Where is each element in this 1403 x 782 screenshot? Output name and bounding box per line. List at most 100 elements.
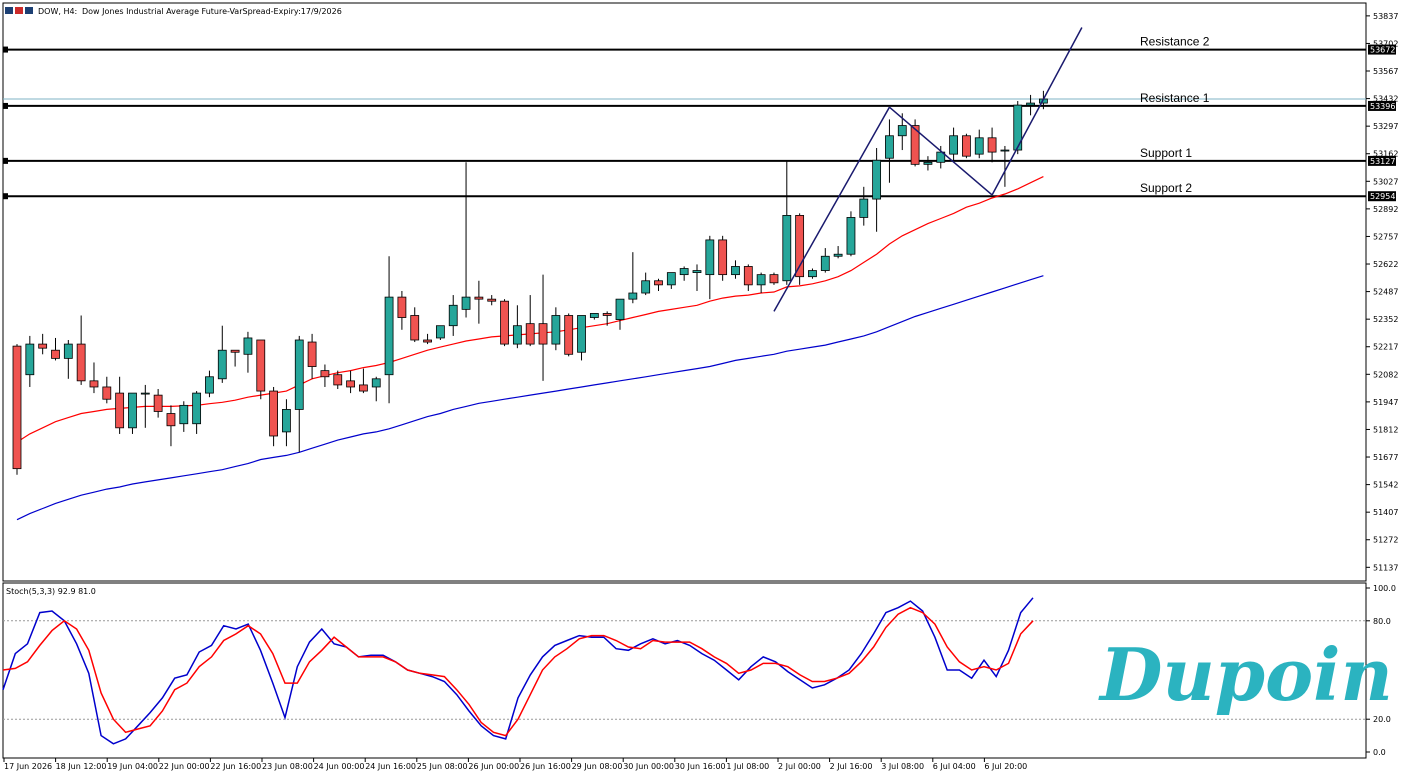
candle-body bbox=[538, 323, 548, 345]
time-tick-label: 2 Jul 16:00 bbox=[830, 762, 873, 771]
candle-body bbox=[307, 341, 317, 367]
candle-body bbox=[102, 386, 112, 400]
candle bbox=[962, 133, 971, 159]
candle-body bbox=[1026, 102, 1035, 106]
candle-body bbox=[628, 292, 638, 300]
candle-body bbox=[897, 125, 907, 137]
dupoin-logo: Dupoin bbox=[1098, 632, 1393, 717]
candle-body bbox=[564, 315, 574, 355]
sr-level-handle bbox=[3, 157, 8, 164]
chart-header: DOW, H4: Dow Jones Industrial Average Fu… bbox=[5, 7, 342, 16]
candle-body bbox=[294, 339, 304, 410]
candle bbox=[12, 344, 22, 475]
candle-body bbox=[153, 394, 163, 412]
candle-body bbox=[89, 380, 99, 388]
candle-body bbox=[51, 349, 60, 359]
candle bbox=[435, 325, 445, 340]
candle-body bbox=[833, 253, 843, 257]
candle-body bbox=[76, 343, 86, 382]
time-tick-label: 22 Jun 00:00 bbox=[159, 762, 210, 771]
candle-body bbox=[269, 390, 279, 437]
symbol-label: DOW, H4: bbox=[38, 7, 77, 16]
time-tick-label: 29 Jun 08:00 bbox=[572, 762, 623, 771]
price-tick-label: 51947 bbox=[1373, 398, 1398, 407]
candle-body bbox=[512, 325, 522, 345]
candle-body bbox=[949, 135, 958, 155]
chart-type-icon[interactable] bbox=[15, 7, 23, 14]
time-tick-label: 3 Jul 08:00 bbox=[881, 762, 924, 771]
candle-body bbox=[166, 413, 176, 427]
candle-body bbox=[461, 296, 471, 310]
candle-body bbox=[474, 296, 484, 300]
price-tick-label: 52352 bbox=[1373, 315, 1398, 324]
stoch-tick-label: 0.0 bbox=[1373, 748, 1386, 757]
chart-canvas[interactable]: DOW, H4: Dow Jones Industrial Average Fu… bbox=[0, 0, 1403, 782]
candle-body bbox=[641, 280, 651, 294]
price-tag-label: 53127 bbox=[1370, 157, 1395, 166]
price-tag-label: 53396 bbox=[1370, 102, 1395, 111]
price-tick-label: 52757 bbox=[1373, 232, 1398, 241]
candle-body bbox=[282, 409, 291, 433]
candle-body bbox=[128, 392, 137, 429]
candle-body bbox=[756, 274, 766, 286]
price-tick-label: 53297 bbox=[1373, 122, 1398, 131]
candle bbox=[846, 211, 856, 257]
price-tick-label: 51407 bbox=[1373, 508, 1398, 517]
candle-body bbox=[962, 135, 971, 157]
price-tick-label: 51542 bbox=[1373, 481, 1398, 490]
stoch-tick-label: 100.0 bbox=[1373, 584, 1396, 593]
price-tick-label: 51677 bbox=[1373, 453, 1398, 462]
candle-body bbox=[666, 272, 676, 286]
candle-body bbox=[371, 378, 381, 388]
candle-body bbox=[731, 266, 740, 276]
candle-body bbox=[589, 313, 599, 318]
candle-body bbox=[885, 135, 894, 159]
candle-body bbox=[846, 217, 856, 255]
sr-level-label: Resistance 2 bbox=[1140, 35, 1210, 49]
candle-body bbox=[705, 239, 715, 276]
candle-body bbox=[718, 239, 728, 276]
time-tick-label: 26 Jun 16:00 bbox=[520, 762, 571, 771]
menu-icon[interactable] bbox=[5, 7, 13, 14]
candle-body bbox=[551, 315, 561, 345]
candle-body bbox=[346, 380, 355, 388]
price-tick-label: 52892 bbox=[1373, 205, 1398, 214]
sr-level-handle bbox=[3, 46, 8, 53]
timeframe-icon[interactable] bbox=[25, 7, 33, 14]
candle-body bbox=[115, 392, 125, 429]
time-tick-label: 6 Jul 20:00 bbox=[984, 762, 1027, 771]
candle-body bbox=[25, 343, 35, 376]
candle-body bbox=[615, 298, 625, 320]
candle-body bbox=[205, 376, 214, 394]
sr-level-label: Support 1 bbox=[1140, 146, 1192, 160]
candle-body bbox=[820, 255, 830, 271]
candle-body bbox=[192, 392, 202, 425]
candle-body bbox=[140, 392, 150, 395]
candle-body bbox=[256, 339, 266, 392]
sr-level-handle bbox=[3, 102, 8, 109]
candle-body bbox=[333, 374, 343, 386]
time-tick-label: 2 Jul 00:00 bbox=[778, 762, 821, 771]
chart-window: DOW, H4: Dow Jones Industrial Average Fu… bbox=[0, 0, 1403, 782]
candle-body bbox=[743, 266, 753, 286]
candle-body bbox=[448, 304, 458, 327]
candle bbox=[256, 339, 266, 400]
price-tag-label: 53672 bbox=[1370, 46, 1395, 55]
candle bbox=[795, 213, 805, 285]
candle-body bbox=[179, 404, 189, 425]
candle-body bbox=[397, 296, 407, 318]
price-tick-label: 51137 bbox=[1373, 563, 1398, 572]
candle-body bbox=[217, 349, 227, 380]
time-tick-label: 1 Jul 08:00 bbox=[726, 762, 769, 771]
candle-body bbox=[359, 384, 368, 392]
candle bbox=[718, 235, 728, 281]
candle-body bbox=[410, 315, 420, 341]
candle-body bbox=[435, 325, 445, 339]
time-tick-label: 23 Jun 08:00 bbox=[262, 762, 313, 771]
candle-body bbox=[974, 137, 984, 155]
time-tick-label: 24 Jun 16:00 bbox=[365, 762, 416, 771]
candle-body bbox=[230, 349, 240, 353]
candle-body bbox=[500, 300, 509, 345]
candle-body bbox=[320, 370, 330, 378]
price-tick-label: 53027 bbox=[1373, 177, 1398, 186]
